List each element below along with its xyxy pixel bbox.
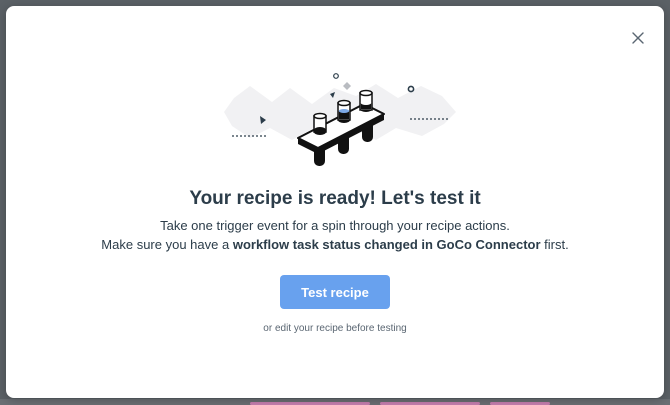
modal-title: Your recipe is ready! Let's test it (189, 188, 481, 209)
test-recipe-modal: Your recipe is ready! Let's test it Take… (6, 6, 664, 398)
description-line-1: Take one trigger event for a spin throug… (160, 218, 510, 233)
trigger-name: workflow task status changed in GoCo Con… (232, 237, 541, 252)
description-line-2-suffix: first. (540, 237, 569, 252)
modal-description: Take one trigger event for a spin throug… (6, 216, 664, 254)
test-recipe-button[interactable]: Test recipe (280, 275, 390, 309)
backdrop-bottom (0, 399, 670, 405)
edit-recipe-link[interactable]: or edit your recipe before testing (6, 323, 664, 334)
description-line-2-prefix: Make sure you have a (101, 237, 233, 252)
test-tubes-illustration (216, 66, 466, 176)
close-icon[interactable] (630, 30, 646, 46)
